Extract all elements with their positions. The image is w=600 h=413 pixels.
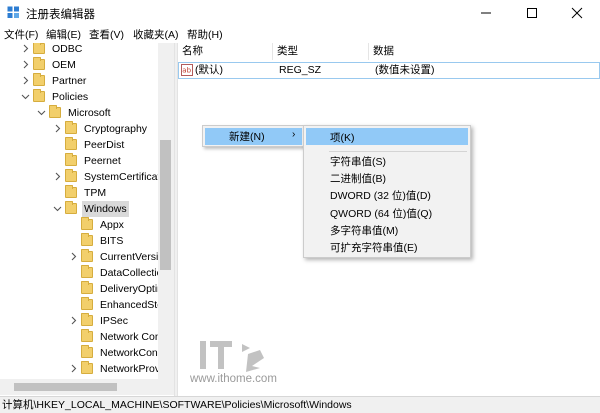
new-submenu: 项(K) 字符串值(S) 二进制值(B) DWORD (32 位)值(D) QW… [303,125,471,258]
tree-node-label: Cryptography [84,123,148,135]
tree-vertical-scroll-thumb[interactable] [160,140,171,270]
close-button[interactable] [554,0,600,26]
close-icon [571,7,583,19]
folder-icon [81,329,93,342]
value-type: REG_SZ [279,64,322,76]
chevron-right-icon[interactable] [21,44,30,53]
tree-node-label: IPSec [100,315,129,327]
value-name: (默认) [195,64,223,76]
tree-node-label: Peernet [84,155,121,167]
chevron-right-icon[interactable] [53,172,62,181]
menu-file[interactable]: 文件(F) [4,27,38,42]
window-title: 注册表编辑器 [26,9,95,21]
folder-icon [33,73,45,86]
tree-node-label: ODBC [52,43,83,55]
registry-tree[interactable]: ODBC OEM Partner Policies Microsoft Cryptogra… [0,43,174,396]
folder-icon [81,361,93,374]
tree-node[interactable]: Cryptography [53,121,174,137]
value-data: (数值未设置) [375,64,435,76]
tree-node[interactable]: PeerDist [53,137,174,153]
submenu-item-dword[interactable]: DWORD (32 位)值(D) [330,188,431,203]
submenu-item-string[interactable]: 字符串值(S) [330,154,386,169]
folder-icon [65,201,77,214]
maximize-icon [527,8,537,18]
minimize-icon [481,12,491,14]
tree-node[interactable]: Policies [21,89,174,105]
svg-text:ab: ab [182,67,191,75]
folder-icon [49,105,61,118]
menu-view[interactable]: 查看(V) [89,27,124,42]
folder-icon [81,345,93,358]
folder-icon [33,89,45,102]
column-header-name[interactable]: 名称 [178,43,273,60]
folder-icon [81,297,93,310]
registry-app-icon [7,6,20,19]
folder-icon [65,169,77,182]
watermark-url: www.ithome.com [190,373,277,385]
menu-help[interactable]: 帮助(H) [187,27,223,42]
tree-node[interactable]: Windows [53,201,174,217]
folder-icon [81,233,93,246]
submenu-separator [329,151,467,152]
scrollbar-corner [158,379,174,395]
value-row-default[interactable]: ab (默认) REG_SZ (数值未设置) [178,62,600,79]
tree-node[interactable]: TPM [53,185,174,201]
submenu-item-expandable-string[interactable]: 可扩充字符串值(E) [330,240,418,255]
chevron-right-icon[interactable] [21,76,30,85]
folder-icon [81,313,93,326]
folder-icon [65,185,77,198]
submenu-item-key[interactable]: 项(K) [330,130,355,145]
chevron-down-icon[interactable] [37,108,46,117]
tree-node-label: Appx [100,219,124,231]
tree-node-label: BITS [100,235,124,247]
menu-item-new[interactable]: 新建(N) [229,129,265,144]
tree-node-label: TPM [84,187,107,199]
title-bar: 注册表编辑器 [0,0,600,26]
chevron-down-icon[interactable] [21,92,30,101]
chevron-right-icon[interactable] [21,60,30,69]
folder-icon [65,153,77,166]
tree-node[interactable]: ODBC [21,43,174,57]
tree-horizontal-scroll-thumb[interactable] [14,383,117,391]
tree-node-label: Policies [52,91,89,103]
folder-icon [65,121,77,134]
folder-icon [81,217,93,230]
context-menu: 新建(N) › [202,125,305,147]
column-header-data[interactable]: 数据 [369,43,600,60]
tree-node-label: OEM [52,59,76,71]
chevron-down-icon[interactable] [53,204,62,213]
tree-node[interactable]: OEM [21,57,174,73]
folder-icon [81,281,93,294]
submenu-item-multi-string[interactable]: 多字符串值(M) [330,223,398,238]
chevron-right-icon[interactable] [53,124,62,133]
submenu-item-qword[interactable]: QWORD (64 位)值(Q) [330,206,432,221]
chevron-right-icon[interactable] [69,364,78,373]
folder-icon [81,249,93,262]
tree-node[interactable]: Peernet [53,153,174,169]
tree-node[interactable]: Partner [21,73,174,89]
submenu-arrow-icon: › [292,129,296,140]
minimize-button[interactable] [463,0,509,26]
folder-icon [33,57,45,70]
maximize-button[interactable] [509,0,555,26]
tree-node-label: Partner [52,75,87,87]
column-header-type[interactable]: 类型 [273,43,369,60]
tree-node[interactable]: SystemCertificates [53,169,174,185]
status-bar-path: 计算机\HKEY_LOCAL_MACHINE\SOFTWARE\Policies… [0,396,600,413]
folder-icon [81,265,93,278]
folder-icon [65,137,77,150]
tree-node-label: Microsoft [68,107,111,119]
menu-bar: 文件(F) 编辑(E) 查看(V) 收藏夹(A) 帮助(H) [0,26,600,43]
menu-edit[interactable]: 编辑(E) [46,27,81,42]
menu-favorites[interactable]: 收藏夹(A) [133,27,179,42]
tree-node-label: PeerDist [84,139,125,151]
chevron-right-icon[interactable] [69,252,78,261]
submenu-item-binary[interactable]: 二进制值(B) [330,171,386,186]
folder-icon [33,43,45,54]
tree-node[interactable]: Microsoft [37,105,174,121]
tree-node-label: Windows [82,201,129,217]
string-value-icon: ab [181,64,193,76]
chevron-right-icon[interactable] [69,316,78,325]
